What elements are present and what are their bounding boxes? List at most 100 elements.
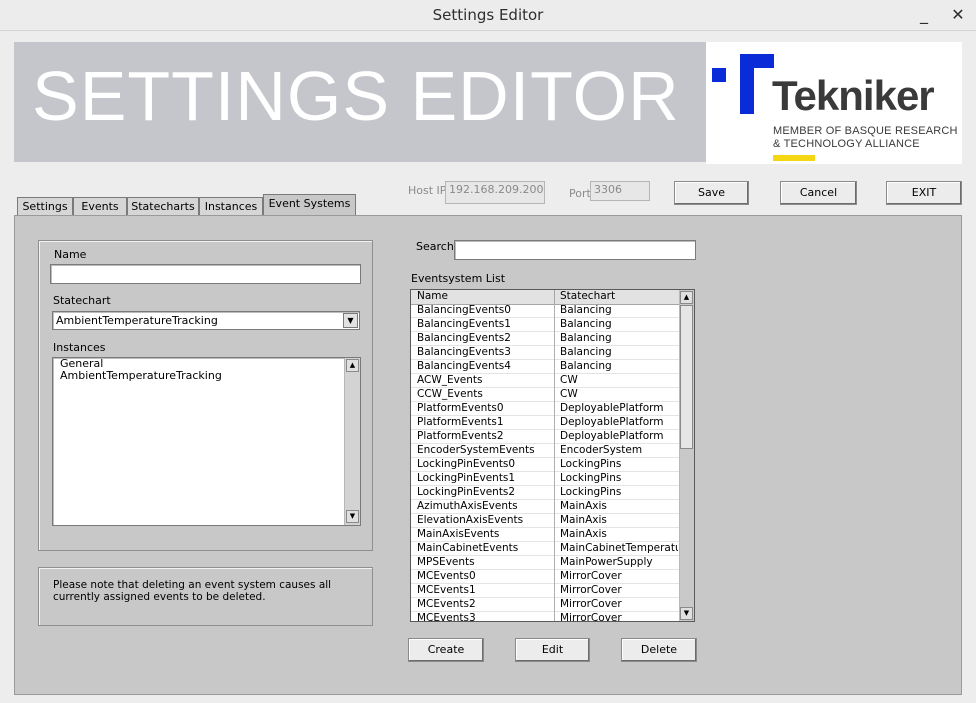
column-divider [554, 612, 555, 621]
table-row[interactable]: LockingPinEvents2 LockingPins [411, 486, 679, 500]
column-divider [554, 318, 555, 332]
table-row[interactable]: CCW_Events CW [411, 388, 679, 402]
table-row[interactable]: BalancingEvents0 Balancing [411, 304, 679, 318]
table-row[interactable]: MainAxisEvents MainAxis [411, 528, 679, 542]
cell-statechart: LockingPins [560, 472, 622, 484]
table-row[interactable]: LockingPinEvents1 LockingPins [411, 472, 679, 486]
edit-button[interactable]: Edit [515, 638, 590, 662]
cell-statechart: LockingPins [560, 486, 622, 498]
delete-button[interactable]: Delete [621, 638, 697, 662]
table-row[interactable]: AzimuthAxisEvents MainAxis [411, 500, 679, 514]
cell-name: BalancingEvents2 [417, 332, 511, 344]
close-icon[interactable]: ✕ [947, 4, 969, 26]
cell-name: ElevationAxisEvents [417, 514, 524, 526]
tab-event-systems[interactable]: Event Systems [263, 194, 356, 216]
column-divider [554, 542, 555, 556]
scroll-down-icon[interactable]: ▼ [346, 510, 359, 523]
statechart-label: Statechart [53, 294, 111, 307]
table-row[interactable]: BalancingEvents2 Balancing [411, 332, 679, 346]
cell-statechart: DeployablePlatform [560, 416, 664, 428]
table-row[interactable]: EncoderSystemEvents EncoderSystem [411, 444, 679, 458]
cell-statechart: CW [560, 374, 578, 386]
save-button[interactable]: Save [674, 181, 749, 205]
statechart-select[interactable]: AmbientTemperatureTracking [52, 311, 360, 330]
table-row[interactable]: MCEvents1 MirrorCover [411, 584, 679, 598]
cell-statechart: MainAxis [560, 500, 607, 512]
table-row[interactable]: PlatformEvents2 DeployablePlatform [411, 430, 679, 444]
cell-name: LockingPinEvents0 [417, 458, 516, 470]
banner-title: SETTINGS EDITOR [32, 57, 680, 135]
column-divider [554, 584, 555, 598]
name-input[interactable] [50, 264, 361, 284]
table-row[interactable]: MCEvents3 MirrorCover [411, 612, 679, 622]
table-row[interactable]: BalancingEvents3 Balancing [411, 346, 679, 360]
port-field[interactable]: 3306 [590, 181, 650, 201]
search-input[interactable] [454, 240, 696, 260]
window-title: Settings Editor [432, 6, 544, 24]
instances-scrollbar[interactable]: ▲ ▼ [344, 358, 360, 525]
table-row[interactable]: BalancingEvents4 Balancing [411, 360, 679, 374]
tab-settings[interactable]: Settings [17, 197, 73, 215]
cell-statechart: MainCabinetTemperature [560, 542, 678, 554]
cell-name: PlatformEvents1 [417, 416, 504, 428]
cell-name: BalancingEvents0 [417, 304, 511, 316]
tab-statecharts[interactable]: Statecharts [127, 197, 199, 215]
cell-name: MCEvents3 [417, 612, 476, 622]
column-divider [554, 500, 555, 514]
table-row[interactable]: MCEvents0 MirrorCover [411, 570, 679, 584]
window-titlebar: Settings Editor _ ✕ [0, 0, 976, 31]
table-body: BalancingEvents0 Balancing BalancingEvents… [411, 304, 679, 622]
cell-name: BalancingEvents4 [417, 360, 511, 372]
eventsystem-table[interactable]: Name Statechart BalancingEvents0 Balancin… [410, 289, 695, 622]
cancel-button[interactable]: Cancel [780, 181, 857, 205]
tab-instances[interactable]: Instances [199, 197, 263, 215]
instances-label: Instances [53, 341, 106, 354]
cell-statechart: LockingPins [560, 458, 622, 470]
table-row[interactable]: MainCabinetEvents MainCabinetTemperature [411, 542, 679, 556]
column-divider [554, 374, 555, 388]
column-divider [554, 444, 555, 458]
scroll-up-icon[interactable]: ▲ [680, 291, 693, 304]
create-button[interactable]: Create [408, 638, 484, 662]
table-row[interactable]: PlatformEvents0 DeployablePlatform [411, 402, 679, 416]
minimize-icon[interactable]: _ [913, 4, 935, 26]
tab-events[interactable]: Events [73, 197, 127, 215]
scroll-up-icon[interactable]: ▲ [346, 359, 359, 372]
cell-name: MCEvents2 [417, 598, 476, 610]
cell-statechart: MainPowerSupply [560, 556, 653, 568]
cell-name: EncoderSystemEvents [417, 444, 535, 456]
list-item[interactable]: AmbientTemperatureTracking [60, 370, 222, 382]
cell-statechart: Balancing [560, 332, 612, 344]
host-ip-field[interactable]: 192.168.209.200 [445, 181, 545, 204]
table-row[interactable]: BalancingEvents1 Balancing [411, 318, 679, 332]
table-header: Name Statechart [411, 290, 679, 305]
table-row[interactable]: MPSEvents MainPowerSupply [411, 556, 679, 570]
instances-list[interactable]: General AmbientTemperatureTracking ▲ ▼ [52, 357, 361, 526]
tekniker-logo: Tekniker MEMBER OF BASQUE RESEARCH & TEC… [706, 42, 962, 164]
logo-line-1: MEMBER OF BASQUE RESEARCH [773, 125, 958, 137]
column-divider[interactable] [554, 290, 555, 304]
table-row[interactable]: ElevationAxisEvents MainAxis [411, 514, 679, 528]
cell-name: MainCabinetEvents [417, 542, 519, 554]
column-header-name[interactable]: Name [417, 290, 448, 303]
scroll-down-icon[interactable]: ▼ [680, 607, 693, 620]
cell-name: ACW_Events [417, 374, 483, 386]
table-row[interactable]: ACW_Events CW [411, 374, 679, 388]
table-row[interactable]: PlatformEvents1 DeployablePlatform [411, 416, 679, 430]
table-scrollbar[interactable]: ▲ ▼ [679, 290, 694, 621]
scrollbar-thumb[interactable] [680, 305, 693, 449]
cell-name: BalancingEvents3 [417, 346, 511, 358]
column-divider [554, 598, 555, 612]
table-row[interactable]: LockingPinEvents0 LockingPins [411, 458, 679, 472]
exit-button[interactable]: EXIT [886, 181, 962, 205]
port-label: Port [569, 187, 591, 200]
cell-statechart: DeployablePlatform [560, 430, 664, 442]
table-row[interactable]: MCEvents2 MirrorCover [411, 598, 679, 612]
column-divider [554, 388, 555, 402]
column-header-statechart[interactable]: Statechart [560, 290, 615, 303]
chevron-down-icon[interactable]: ▼ [343, 313, 358, 328]
cell-name: MCEvents1 [417, 584, 476, 596]
cell-statechart: Balancing [560, 304, 612, 316]
column-divider [554, 402, 555, 416]
logo-mark-icon [712, 54, 774, 114]
